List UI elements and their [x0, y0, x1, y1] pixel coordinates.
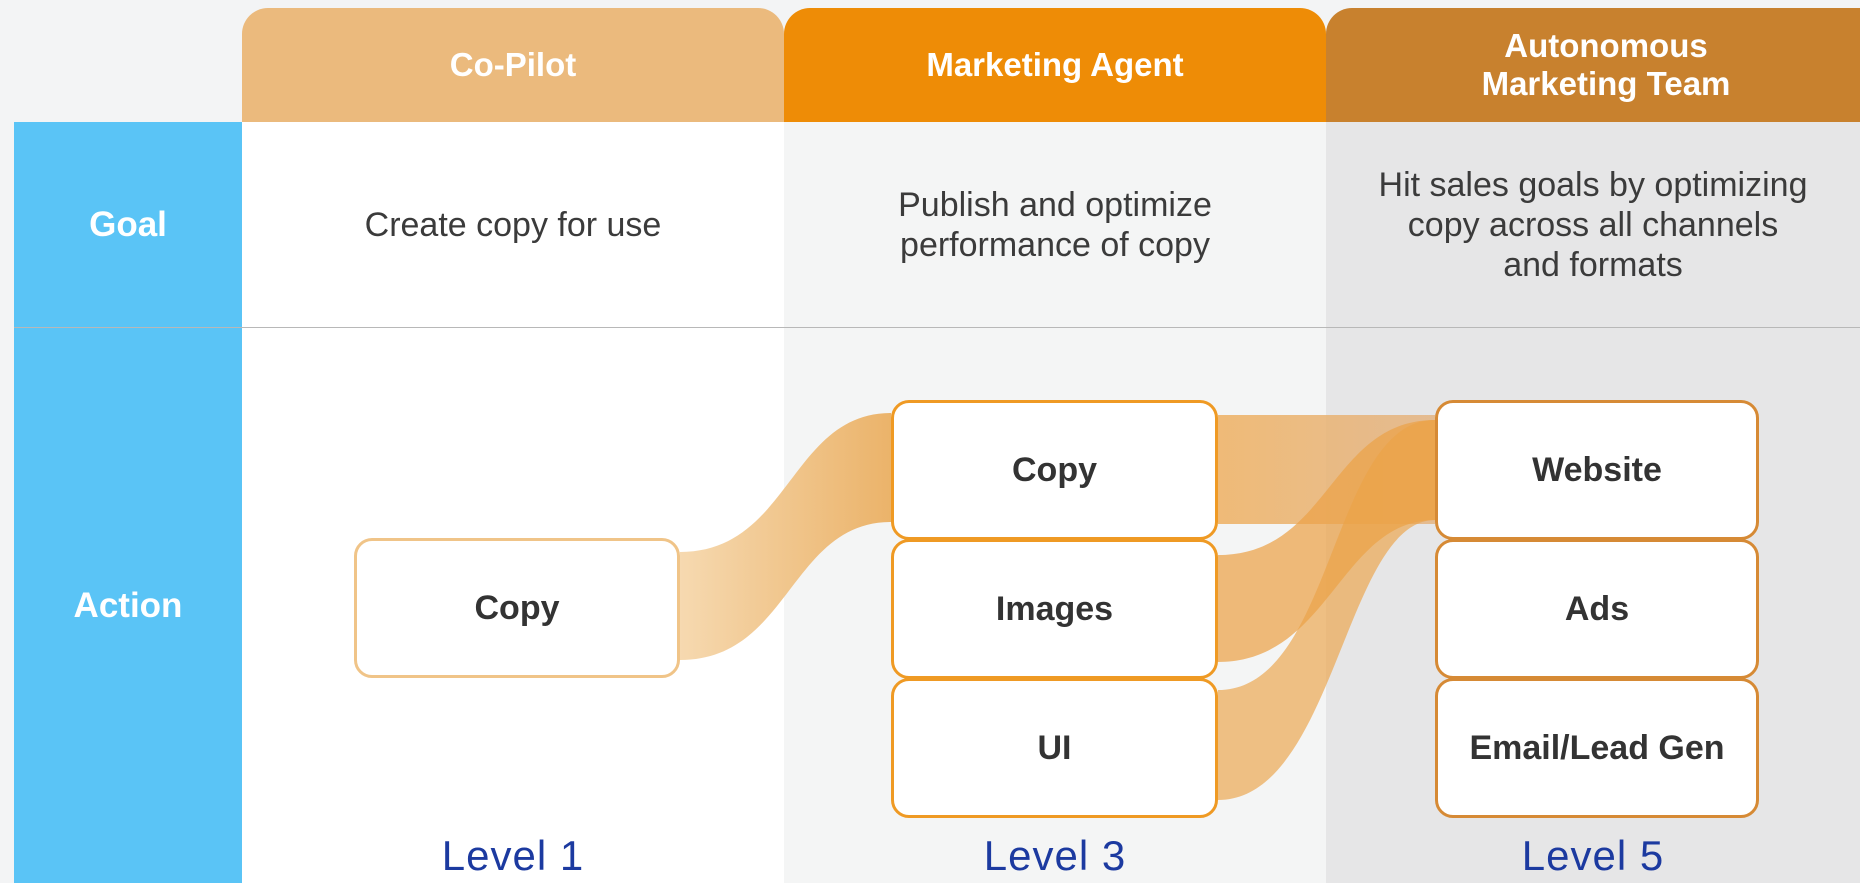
action-email-lead-gen: Email/Lead Gen — [1435, 678, 1759, 818]
level-1-label: Level 1 — [441, 831, 585, 879]
level-5-label: Level 5 — [1521, 831, 1665, 879]
action-ads: Ads — [1435, 539, 1759, 679]
action-copy-level1: Copy — [354, 538, 680, 678]
action-copy-level3: Copy — [891, 400, 1218, 540]
action-ui: UI — [891, 678, 1218, 818]
flow-copy-l1-to-copy-l3 — [680, 413, 891, 660]
action-images: Images — [891, 539, 1218, 679]
level-3-label: Level 3 — [983, 831, 1127, 879]
action-website: Website — [1435, 400, 1759, 540]
